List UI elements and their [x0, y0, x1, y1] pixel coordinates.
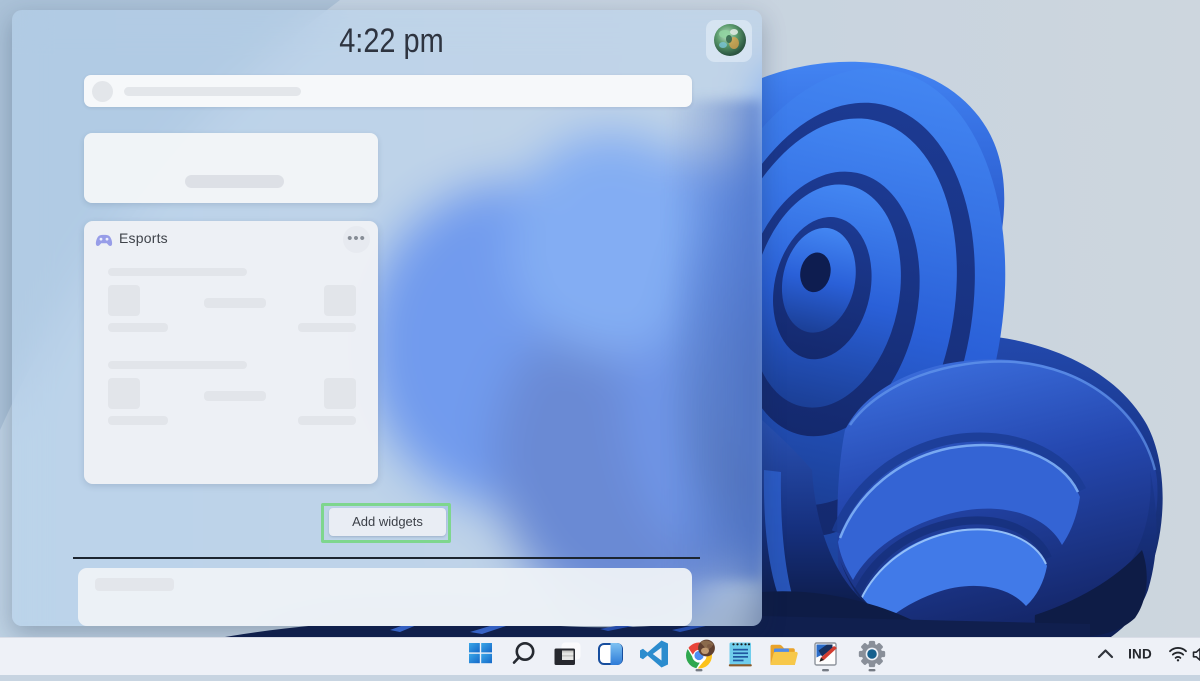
svg-text:IND: IND [1128, 647, 1152, 662]
